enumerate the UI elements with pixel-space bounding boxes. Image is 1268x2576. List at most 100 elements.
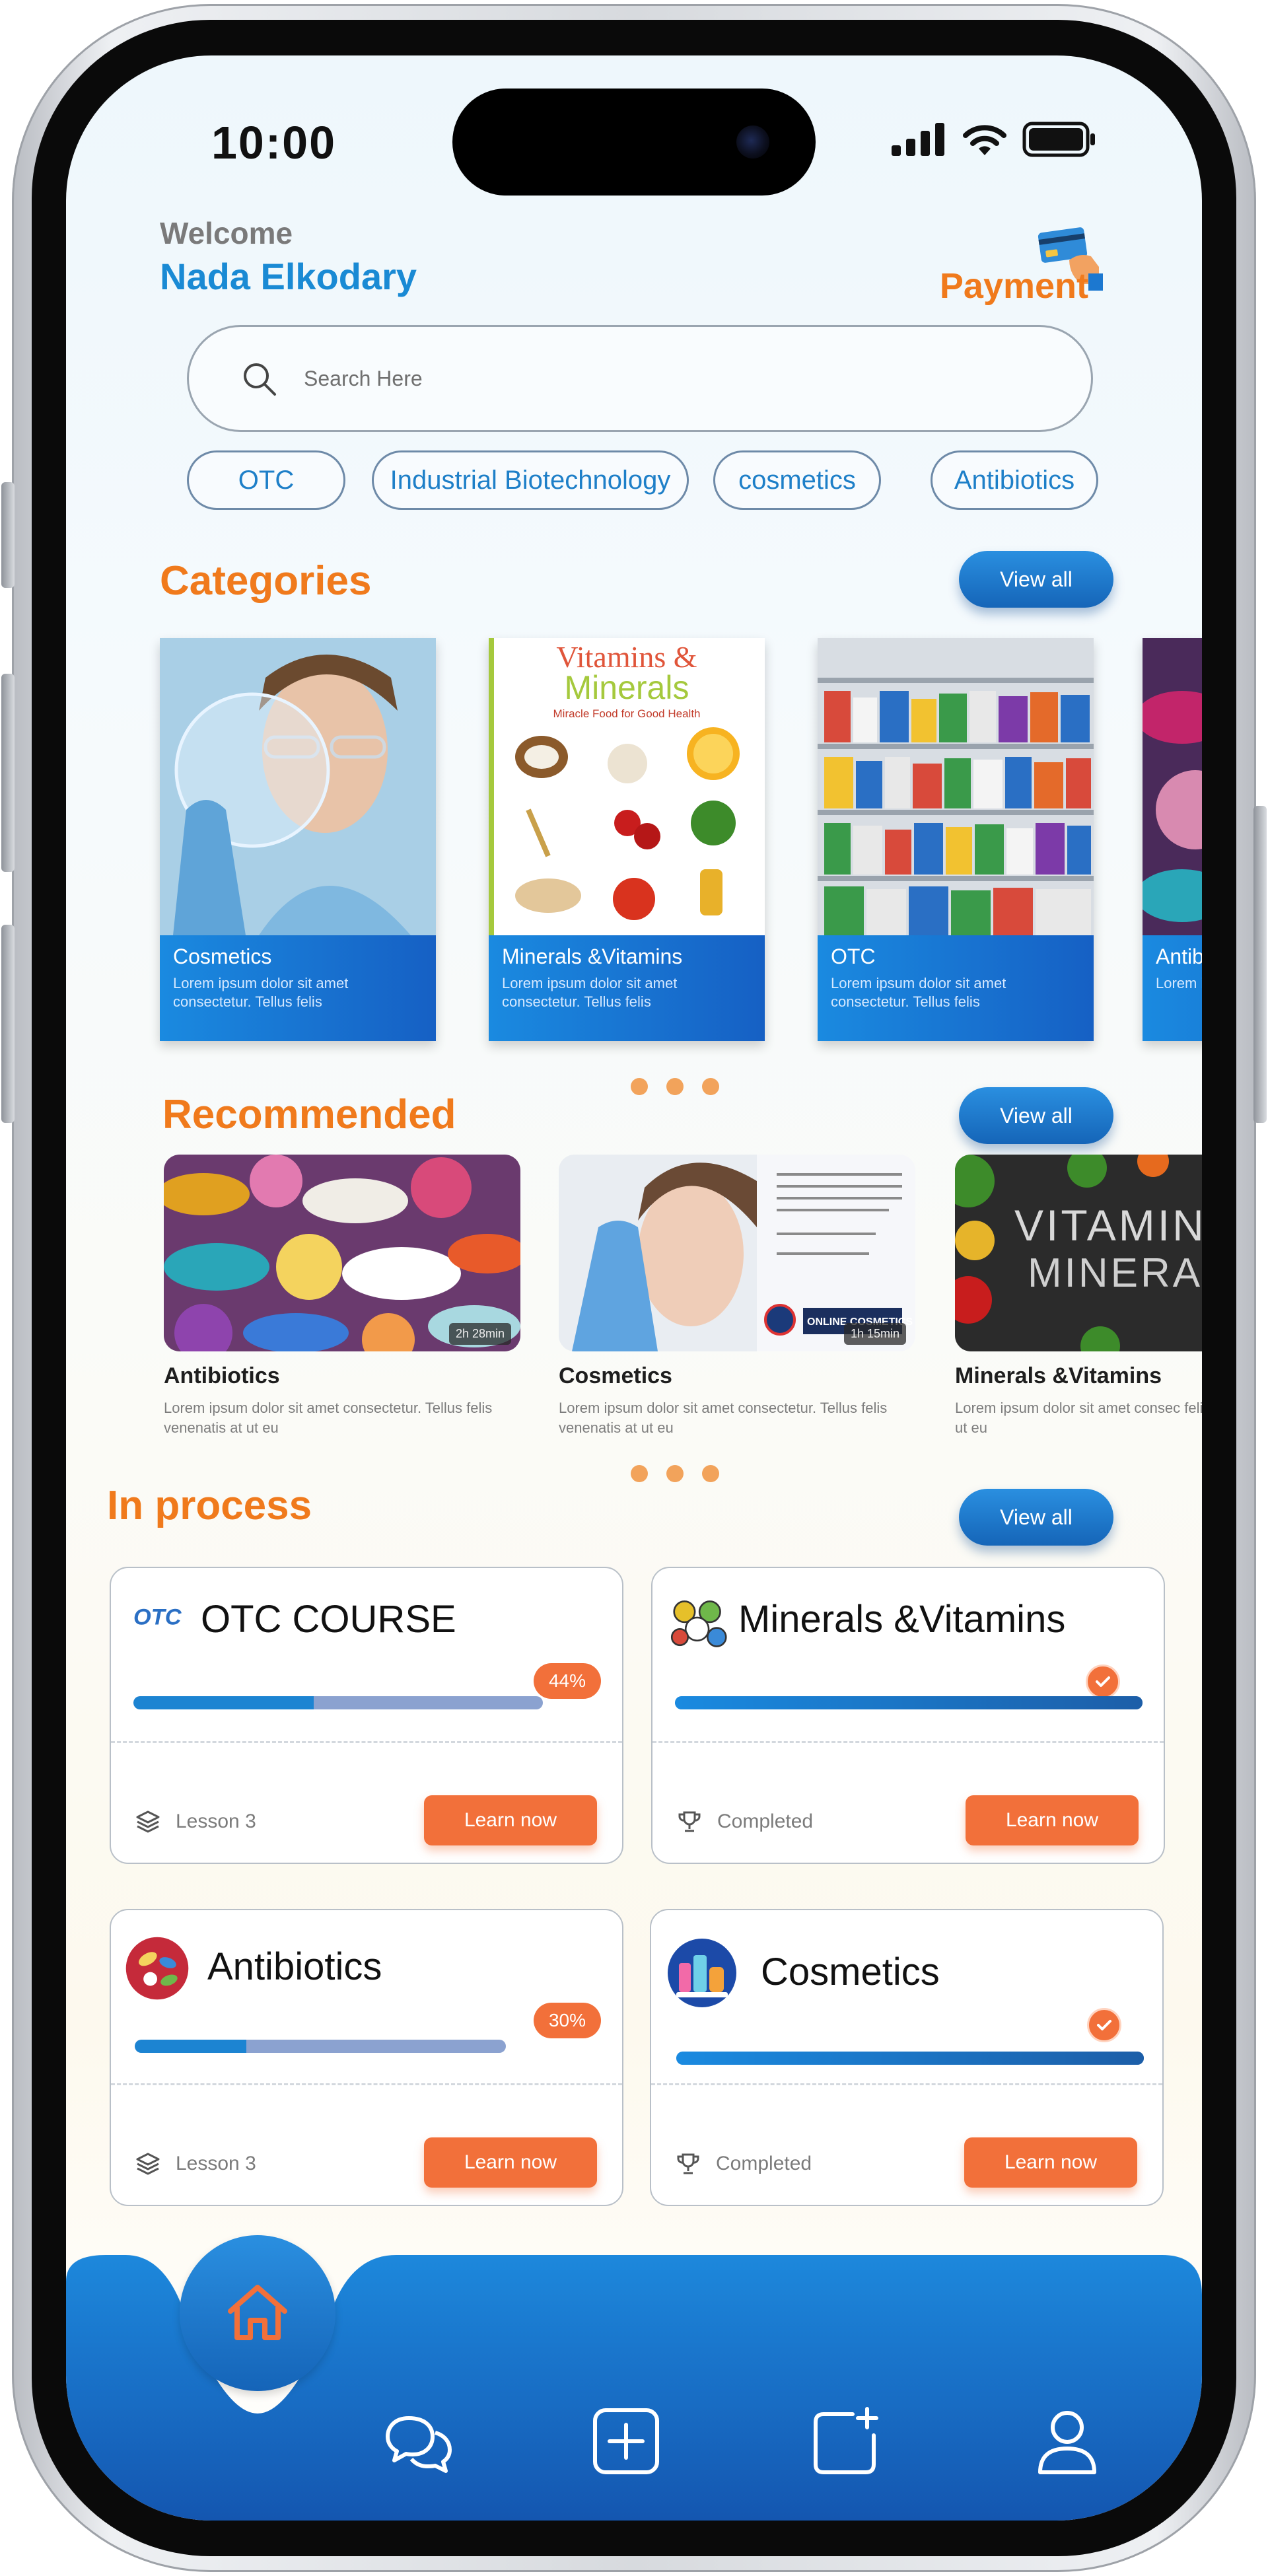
nav-home-button[interactable] xyxy=(180,2235,335,2391)
status-icons xyxy=(890,122,1096,157)
app-screen: 10:00 Welcome Nada Elkodary Payment Sear… xyxy=(66,55,1202,2521)
categories-view-all-button[interactable]: View all xyxy=(959,551,1113,608)
category-title: Cosmetics xyxy=(173,945,272,968)
recommended-title-text: Minerals &Vitamins xyxy=(955,1363,1162,1388)
pagination-dot[interactable] xyxy=(631,1078,648,1095)
in-process-title: In process xyxy=(107,1483,312,1528)
pagination-dot[interactable] xyxy=(702,1465,719,1482)
progress-bar xyxy=(675,1696,1143,1709)
user-name: Nada Elkodary xyxy=(160,256,417,297)
nav-chat-button[interactable] xyxy=(379,2402,458,2481)
category-caption: Minerals &Vitamins Lorem ipsum dolor sit… xyxy=(489,935,765,1041)
recommended-desc: Lorem ipsum dolor sit amet consectetur. … xyxy=(164,1400,493,1436)
divider xyxy=(651,2083,1162,2085)
nav-profile-button[interactable] xyxy=(1028,2402,1107,2481)
category-card-minerals-vitamins[interactable]: Vitamins & Minerals Miracle Food for Goo… xyxy=(489,638,765,1041)
minerals-icon xyxy=(670,1600,727,1647)
category-title: Antib xyxy=(1156,945,1202,968)
chip-industrial-biotechnology[interactable]: Industrial Biotechnology xyxy=(372,450,689,510)
chalkboard-line2: MINERAL xyxy=(1028,1250,1202,1296)
category-card-otc[interactable]: OTC Lorem ipsum dolor sit amet consectet… xyxy=(818,638,1094,1041)
category-desc: Lorem i amet c xyxy=(1156,975,1202,991)
add-square-icon xyxy=(593,2408,659,2474)
cosmetics-icon xyxy=(668,1939,736,2007)
battery-icon xyxy=(1022,122,1095,157)
course-status: Completed xyxy=(676,1808,813,1835)
otc-logo-icon: OTC xyxy=(133,1605,182,1630)
volume-up-button xyxy=(1,674,15,872)
otc-logo-text: OTC xyxy=(133,1605,182,1630)
profile-icon xyxy=(1038,2411,1096,2474)
category-card-cosmetics[interactable]: Cosmetics Lorem ipsum dolor sit amet con… xyxy=(160,638,436,1041)
antibiotics-icon xyxy=(125,1937,189,2000)
recommended-card-cosmetics[interactable]: ONLINE COSMETICS 1h 15min Cosmetics Lore… xyxy=(559,1155,915,1438)
recommended-card-antibiotics[interactable]: 2h 28min Antibiotics Lorem ipsum dolor s… xyxy=(164,1155,520,1438)
category-image-cosmetics xyxy=(160,638,436,935)
recommended-title-text: Cosmetics xyxy=(559,1363,672,1388)
check-icon xyxy=(1087,2008,1121,2042)
category-image-minerals-vitamins: Vitamins & Minerals Miracle Food for Goo… xyxy=(489,638,765,935)
divider xyxy=(111,2083,622,2085)
divider xyxy=(111,1741,622,1743)
pagination-dot[interactable] xyxy=(666,1078,684,1095)
category-caption: OTC Lorem ipsum dolor sit amet consectet… xyxy=(818,935,1094,1041)
in-process-view-all-button[interactable]: View all xyxy=(959,1489,1113,1546)
status-time: 10:00 xyxy=(211,117,337,168)
recommended-pagination xyxy=(631,1465,719,1482)
pagination-dot[interactable] xyxy=(631,1465,648,1482)
payment-link[interactable]: Payment xyxy=(940,266,1088,306)
volume-down-button xyxy=(1,925,15,1123)
nav-add-button[interactable] xyxy=(586,2402,666,2481)
chip-cosmetics[interactable]: cosmetics xyxy=(713,450,881,510)
recommended-view-all-button[interactable]: View all xyxy=(959,1087,1113,1144)
nav-new-post-button[interactable] xyxy=(806,2402,885,2481)
camera-icon xyxy=(736,125,769,159)
chip-otc[interactable]: OTC xyxy=(187,450,345,510)
course-status-text: Lesson 3 xyxy=(176,2153,256,2174)
progress-bar xyxy=(676,2052,1144,2065)
course-card-otc[interactable]: OTC OTC COURSE 44% Lesson 3 Learn now xyxy=(110,1567,623,1864)
course-title: Antibiotics xyxy=(207,1945,382,1988)
learn-now-button[interactable]: Learn now xyxy=(964,2137,1137,2188)
category-image-otc xyxy=(818,638,1094,935)
chalkboard-line1: VITAMINS xyxy=(1014,1201,1202,1250)
check-icon xyxy=(1086,1664,1120,1699)
course-card-antibiotics[interactable]: Antibiotics 30% Lesson 3 Learn now xyxy=(110,1909,623,2206)
course-status-text: Lesson 3 xyxy=(176,1810,256,1832)
recommended-image-minerals: VITAMINS MINERAL xyxy=(955,1155,1202,1351)
progress-badge: 30% xyxy=(534,2003,601,2038)
vitamins-image-line3: Miracle Food for Good Health xyxy=(553,707,701,720)
progress-bar xyxy=(135,2040,506,2053)
category-desc: Lorem ipsum dolor sit amet consectetur. … xyxy=(831,975,1006,1010)
course-title: Cosmetics xyxy=(761,1950,940,1993)
signal-icon xyxy=(892,123,944,156)
learn-now-button[interactable]: Learn now xyxy=(966,1795,1139,1845)
course-title: Minerals &Vitamins xyxy=(738,1598,1066,1641)
course-status-text: Completed xyxy=(717,1810,814,1832)
wifi-icon xyxy=(963,125,1006,155)
new-post-icon xyxy=(814,2407,878,2474)
course-status: Completed xyxy=(675,2151,812,2177)
search-input[interactable] xyxy=(304,366,898,391)
recommended-card-minerals-vitamins[interactable]: VITAMINS MINERAL Minerals &Vitamins Lore… xyxy=(955,1155,1202,1438)
categories-pagination xyxy=(631,1078,719,1095)
search-icon xyxy=(244,363,276,396)
divider xyxy=(652,1741,1164,1743)
search-bar[interactable] xyxy=(187,325,1093,432)
power-button xyxy=(1253,806,1267,1123)
pagination-dot[interactable] xyxy=(702,1078,719,1095)
category-title: Minerals &Vitamins xyxy=(502,945,683,968)
recommended-title: Recommended xyxy=(162,1092,456,1137)
category-caption: Cosmetics Lorem ipsum dolor sit amet con… xyxy=(160,935,436,1041)
learn-now-button[interactable]: Learn now xyxy=(424,1795,597,1845)
category-desc: Lorem ipsum dolor sit amet consectetur. … xyxy=(173,975,349,1010)
pagination-dot[interactable] xyxy=(666,1465,684,1482)
trophy-icon xyxy=(678,1811,701,1832)
course-card-minerals-vitamins[interactable]: Minerals &Vitamins Completed Learn now xyxy=(651,1567,1165,1864)
progress-bar xyxy=(133,1696,543,1709)
chip-antibiotics[interactable]: Antibiotics xyxy=(931,450,1098,510)
category-card-antibiotics[interactable]: Antib Lorem i amet c xyxy=(1143,638,1202,1041)
learn-now-button[interactable]: Learn now xyxy=(424,2137,597,2188)
home-icon xyxy=(228,2285,287,2340)
course-card-cosmetics[interactable]: Cosmetics Completed Learn now xyxy=(650,1909,1164,2206)
